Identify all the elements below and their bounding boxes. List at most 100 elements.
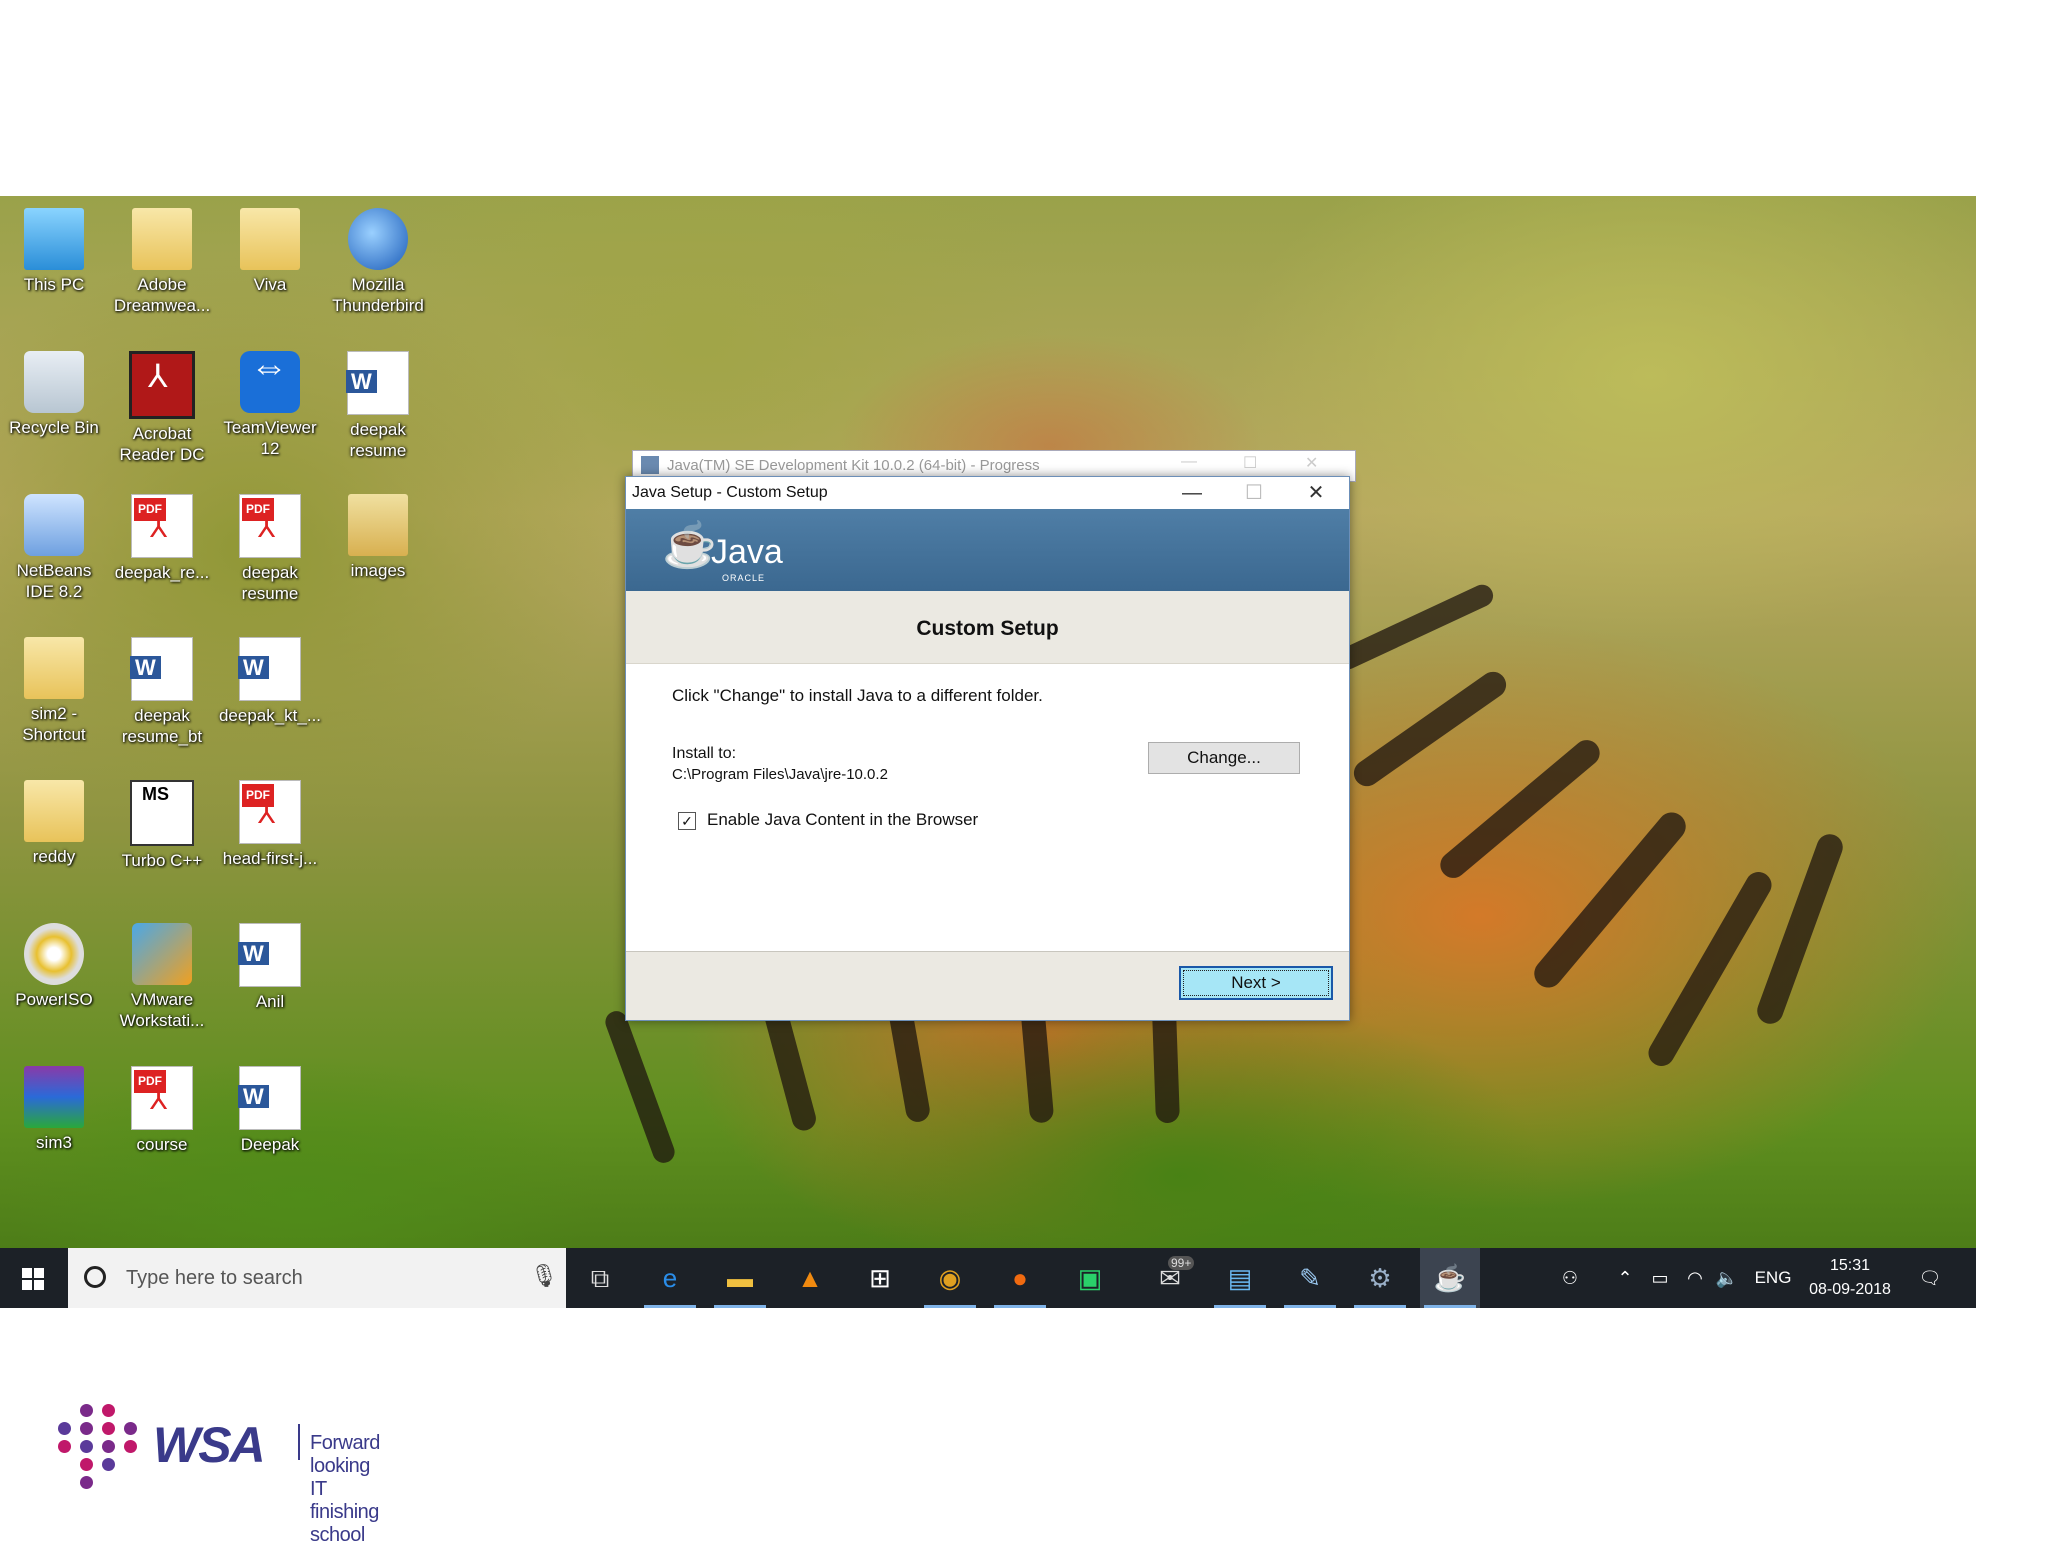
dialog-footer: Next > [626,951,1349,1020]
cortana-icon [84,1266,106,1288]
dialog-title-bar[interactable]: Java Setup - Custom Setup — ☐ ✕ [626,477,1349,509]
java-taskbar-icon[interactable]: ☕ [1420,1248,1480,1308]
pdf-icon [131,1066,193,1130]
word-document-icon [130,637,193,701]
search-box[interactable]: Type here to search 🎙 [68,1248,566,1308]
vlc-icon[interactable]: ▲ [780,1248,840,1308]
desktop-icon-thunderbird[interactable]: Mozilla Thunderbird [326,208,430,316]
wifi-icon[interactable]: ◠ [1680,1248,1710,1308]
java-banner: ☕ Java ORACLE [626,509,1349,591]
desktop-icon-label: course [136,1135,188,1154]
desktop-icon-label: Acrobat Reader DC [119,424,205,464]
dialog-heading: Custom Setup [916,617,1059,640]
desktop-icon-recycle-bin[interactable]: Recycle Bin [2,351,106,438]
pycharm-icon[interactable]: ▣ [1060,1248,1120,1308]
clock[interactable]: 15:31 08-09-2018 [1800,1254,1900,1302]
folder-icon [240,208,300,270]
desktop-icon-deepak-resume-pdf[interactable]: deepak resume [218,494,322,604]
close-icon[interactable]: ✕ [1305,453,1318,473]
dialog-title: Java Setup - Custom Setup [632,484,828,501]
desktop-icon-anil[interactable]: Anil [218,923,322,1012]
desktop-icon-label: VMware Workstati... [119,990,205,1030]
desktop-icon-head-first-java[interactable]: head-first-j... [218,780,322,869]
dialog-content: Click "Change" to install Java to a diff… [626,664,1349,946]
desktop-icon-deepak-resume-doc[interactable]: deepak resume [326,351,430,461]
remote-desktop-icon[interactable]: ▤ [1210,1248,1270,1308]
microphone-icon[interactable]: 🎙 [530,1263,558,1289]
desktop-icon-label: Deepak [240,1135,300,1154]
acrobat-icon [129,351,195,419]
battery-icon[interactable]: ▭ [1645,1248,1675,1308]
pdf-icon [239,780,301,844]
edge-icon[interactable]: e [640,1248,700,1308]
next-button[interactable]: Next > [1179,966,1333,1000]
mail-icon[interactable]: ✉ 99+ [1140,1248,1200,1308]
desktop-icon-deepak-resume-bt[interactable]: deepak resume_bt [110,637,214,747]
desktop-icon-vmware[interactable]: VMware Workstati... [110,923,214,1031]
folder-icon [132,208,192,270]
word-document-icon [238,1066,301,1130]
desktop-icon-turbo-cpp[interactable]: Turbo C++ [110,780,214,871]
notification-icon[interactable]: 🗨 [1910,1248,1950,1308]
firefox-icon[interactable]: ● [990,1248,1050,1308]
oracle-logo-text: ORACLE [722,573,766,583]
desktop-icon-teamviewer[interactable]: TeamViewer 12 [218,351,322,459]
minimize-button[interactable]: — [1161,477,1223,509]
desktop-icon-images[interactable]: images [326,494,430,581]
task-view-icon[interactable]: ⧉ [570,1248,630,1308]
desktop-icon-label: TeamViewer 12 [223,418,317,458]
taskbar: Type here to search 🎙 ⧉ e ▬ ▲ ⊞ ◉ ● ▣ ✉ 9… [0,1248,1976,1308]
folder-shortcut-icon [24,637,84,699]
desktop-icon-reddy[interactable]: reddy [2,780,106,867]
desktop-icon-netbeans[interactable]: NetBeans IDE 8.2 [2,494,106,602]
desktop-icon-this-pc[interactable]: This PC [2,208,106,295]
pdf-icon [131,494,193,558]
folder-icon [348,494,408,556]
desktop-icon-deepak-re-pdf[interactable]: deepak_re... [110,494,214,583]
close-button[interactable]: ✕ [1285,477,1347,509]
java-logo-text: Java [711,533,783,571]
desktop-icon-adobe-dreamweaver[interactable]: Adobe Dreamwea... [110,208,214,316]
desktop-icon-label: reddy [32,847,76,866]
enable-java-checkbox[interactable]: ✓ [678,812,696,830]
desktop-icon-label: head-first-j... [222,849,318,868]
install-path: C:\Program Files\Java\jre-10.0.2 [672,766,888,783]
install-to-label: Install to: [672,745,737,762]
minimize-icon[interactable]: — [1181,453,1197,471]
desktop-icon-viva[interactable]: Viva [218,208,322,295]
word-document-icon [238,923,301,987]
java-setup-dialog: Java Setup - Custom Setup — ☐ ✕ ☕ Java O… [625,476,1350,1021]
desktop-icon-deepak-kt[interactable]: deepak_kt_... [218,637,322,726]
desktop-icon-label: deepak resume_bt [121,706,203,746]
paint-icon[interactable]: ✎ [1280,1248,1340,1308]
desktop-icon-course[interactable]: course [110,1066,214,1155]
start-button[interactable] [0,1248,68,1308]
store-icon[interactable]: ⊞ [850,1248,910,1308]
change-button[interactable]: Change... [1148,742,1300,774]
file-explorer-icon[interactable]: ▬ [710,1248,770,1308]
installer-icon[interactable]: ⚙ [1350,1248,1410,1308]
desktop-icon-sim2-shortcut[interactable]: sim2 - Shortcut [2,637,106,745]
pdf-icon [239,494,301,558]
progress-window-title: Java(TM) SE Development Kit 10.0.2 (64-b… [667,457,1040,474]
enable-java-checkbox-label[interactable]: Enable Java Content in the Browser [707,810,978,830]
computer-icon [24,208,84,270]
thunderbird-icon [348,208,408,270]
volume-icon[interactable]: 🔈 [1712,1248,1742,1308]
word-document-icon [238,637,301,701]
desktop-icon-sim3[interactable]: sim3 [2,1066,106,1153]
people-icon[interactable]: ⚇ [1550,1248,1590,1308]
maximize-button[interactable]: ☐ [1223,477,1285,509]
desktop-icon-label: deepak resume [241,563,299,603]
desktop-icon-label: Mozilla Thunderbird [332,275,424,315]
desktop-icon-poweriso[interactable]: PowerISO [2,923,106,1010]
language-indicator[interactable]: ENG [1748,1248,1798,1308]
desktop-icon-label: Turbo C++ [121,851,203,870]
chevron-up-icon[interactable]: ⌃ [1610,1248,1640,1308]
desktop-screen: This PC Adobe Dreamwea... Viva Mozilla T… [0,196,1976,1308]
maximize-icon[interactable]: ☐ [1243,453,1257,473]
recycle-bin-icon [24,351,84,413]
chrome-icon[interactable]: ◉ [920,1248,980,1308]
desktop-icon-deepak-doc[interactable]: Deepak [218,1066,322,1155]
desktop-icon-acrobat-reader[interactable]: Acrobat Reader DC [110,351,214,465]
